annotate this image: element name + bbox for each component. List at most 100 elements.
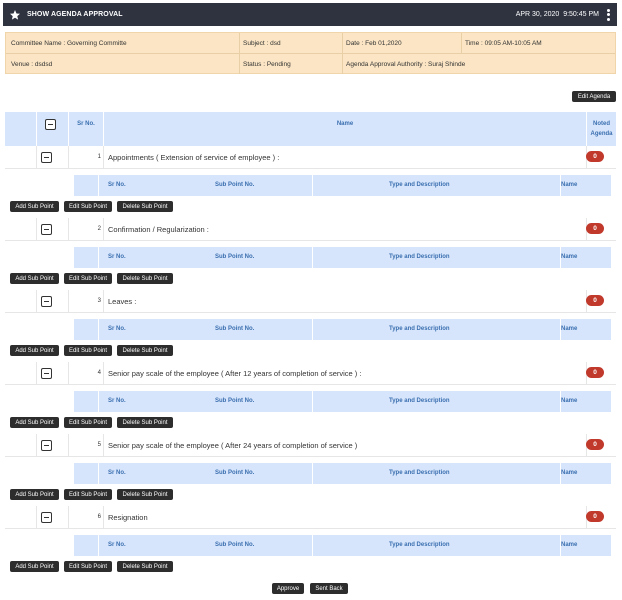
sub-header-type-description: Type and Description: [389, 470, 450, 476]
agenda-row: 6 Resignation 0: [5, 506, 616, 529]
kebab-menu-icon[interactable]: [607, 8, 611, 21]
sub-header-sub-point-no: Sub Point No.: [215, 542, 255, 548]
sub-header-sr-no: Sr No.: [108, 182, 126, 188]
add-sub-point-button[interactable]: Add Sub Point: [10, 201, 59, 212]
sub-point-table-header: Sr No. Sub Point No. Type and Description N…: [74, 535, 611, 556]
subject: Subject : dsd: [243, 40, 281, 47]
agenda-row: 4 Senior pay scale of the employee ( Afte…: [5, 362, 616, 385]
agenda-row-checkbox[interactable]: [41, 152, 52, 163]
agenda-name: Appointments ( Extension of service of e…: [108, 153, 280, 162]
add-sub-point-button[interactable]: Add Sub Point: [10, 561, 59, 572]
agenda-sr-no: 1: [97, 154, 101, 160]
agenda-sr-no: 3: [97, 298, 101, 304]
sub-header-sr-no: Sr No.: [108, 542, 126, 548]
star-icon: [10, 9, 20, 20]
sub-header-type-description: Type and Description: [389, 398, 450, 404]
add-sub-point-button[interactable]: Add Sub Point: [10, 345, 59, 356]
sub-header-name: Name: [561, 182, 578, 188]
edit-sub-point-button[interactable]: Edit Sub Point: [64, 345, 112, 356]
sub-header-name: Name: [561, 470, 578, 476]
add-sub-point-button[interactable]: Add Sub Point: [10, 417, 59, 428]
delete-sub-point-button[interactable]: Delete Sub Point: [117, 273, 173, 284]
sub-point-table-header: Sr No. Sub Point No. Type and Description N…: [74, 391, 611, 412]
noted-count-badge[interactable]: 0: [586, 295, 604, 306]
sub-header-type-description: Type and Description: [389, 542, 450, 548]
add-sub-point-button[interactable]: Add Sub Point: [10, 273, 59, 284]
sub-header-sub-point-no: Sub Point No.: [215, 326, 255, 332]
sub-header-sr-no: Sr No.: [108, 326, 126, 332]
noted-count-badge[interactable]: 0: [586, 223, 604, 234]
sub-header-sr-no: Sr No.: [108, 254, 126, 260]
agenda-name: Senior pay scale of the employee ( After…: [108, 369, 362, 378]
delete-sub-point-button[interactable]: Delete Sub Point: [117, 561, 173, 572]
agenda-row: 1 Appointments ( Extension of service of …: [5, 146, 616, 169]
sub-point-table-header: Sr No. Sub Point No. Type and Description N…: [74, 463, 611, 484]
header-name: Name: [336, 121, 354, 127]
delete-sub-point-button[interactable]: Delete Sub Point: [117, 201, 173, 212]
header-sr-no: Sr No.: [77, 121, 95, 127]
page-title: SHOW AGENDA APPROVAL: [27, 11, 123, 18]
sub-header-type-description: Type and Description: [389, 326, 450, 332]
agenda-sr-no: 2: [97, 226, 101, 232]
sent-back-button[interactable]: Sent Back: [310, 583, 348, 594]
agenda-name: Senior pay scale of the employee ( After…: [108, 441, 358, 450]
sub-header-name: Name: [561, 326, 578, 332]
sub-header-sub-point-no: Sub Point No.: [215, 398, 255, 404]
edit-agenda-button[interactable]: Edit Agenda: [572, 91, 616, 102]
meeting-date: Date : Feb 01,2020: [346, 40, 402, 47]
status: Status : Pending: [243, 61, 291, 68]
delete-sub-point-button[interactable]: Delete Sub Point: [117, 345, 173, 356]
delete-sub-point-button[interactable]: Delete Sub Point: [117, 489, 173, 500]
header-datetime: APR 30, 2020 9:50:45 PM: [516, 11, 599, 18]
agenda-row-checkbox[interactable]: [41, 368, 52, 379]
sub-header-type-description: Type and Description: [389, 182, 450, 188]
agenda-name: Confirmation / Regularization :: [108, 225, 209, 234]
sub-point-table-header: Sr No. Sub Point No. Type and Description N…: [74, 319, 611, 340]
sub-point-table-header: Sr No. Sub Point No. Type and Description N…: [74, 175, 611, 196]
edit-sub-point-button[interactable]: Edit Sub Point: [64, 201, 112, 212]
header-time: 9:50:45 PM: [563, 11, 599, 18]
agenda-row-checkbox[interactable]: [41, 512, 52, 523]
sub-header-sr-no: Sr No.: [108, 398, 126, 404]
sub-point-table-header: Sr No. Sub Point No. Type and Description N…: [74, 247, 611, 268]
sub-header-type-description: Type and Description: [389, 254, 450, 260]
committee-name: Committee Name : Governing Committe: [11, 40, 127, 47]
agenda-name: Leaves :: [108, 297, 137, 306]
sub-header-name: Name: [561, 254, 578, 260]
noted-count-badge[interactable]: 0: [586, 151, 604, 162]
agenda-row: 3 Leaves : 0: [5, 290, 616, 313]
page-header: SHOW AGENDA APPROVAL APR 30, 2020 9:50:4…: [3, 3, 617, 26]
sub-header-name: Name: [561, 398, 578, 404]
agenda-row: 5 Senior pay scale of the employee ( Afte…: [5, 434, 616, 457]
header-date: APR 30, 2020: [515, 11, 560, 18]
meeting-time: Time : 09:05 AM-10:05 AM: [465, 40, 542, 47]
sub-header-sub-point-no: Sub Point No.: [215, 470, 255, 476]
delete-sub-point-button[interactable]: Delete Sub Point: [117, 417, 173, 428]
noted-count-badge[interactable]: 0: [586, 511, 604, 522]
agenda-name: Resignation: [108, 513, 148, 522]
header-agenda: Agenda: [590, 131, 613, 137]
edit-sub-point-button[interactable]: Edit Sub Point: [64, 417, 112, 428]
sub-header-sub-point-no: Sub Point No.: [215, 182, 255, 188]
meeting-info-panel: Committee Name : Governing Committe Subj…: [5, 32, 616, 74]
agenda-sr-no: 5: [97, 442, 101, 448]
agenda-row-checkbox[interactable]: [41, 296, 52, 307]
select-all-checkbox[interactable]: [45, 119, 56, 130]
sub-header-name: Name: [561, 542, 578, 548]
venue: Venue : dsdsd: [11, 61, 53, 68]
agenda-sr-no: 4: [97, 370, 101, 376]
agenda-table-header: Sr No. Name Noted Agenda: [5, 112, 616, 146]
noted-count-badge[interactable]: 0: [586, 367, 604, 378]
agenda-sr-no: 6: [97, 514, 101, 520]
edit-sub-point-button[interactable]: Edit Sub Point: [64, 561, 112, 572]
add-sub-point-button[interactable]: Add Sub Point: [10, 489, 59, 500]
agenda-row-checkbox[interactable]: [41, 440, 52, 451]
approve-button[interactable]: Approve: [272, 583, 304, 594]
sub-header-sr-no: Sr No.: [108, 470, 126, 476]
approval-authority: Agenda Approval Authority : Suraj Shinde: [346, 61, 466, 68]
noted-count-badge[interactable]: 0: [586, 439, 604, 450]
agenda-row-checkbox[interactable]: [41, 224, 52, 235]
edit-sub-point-button[interactable]: Edit Sub Point: [64, 489, 112, 500]
edit-sub-point-button[interactable]: Edit Sub Point: [64, 273, 112, 284]
sub-header-sub-point-no: Sub Point No.: [215, 254, 255, 260]
